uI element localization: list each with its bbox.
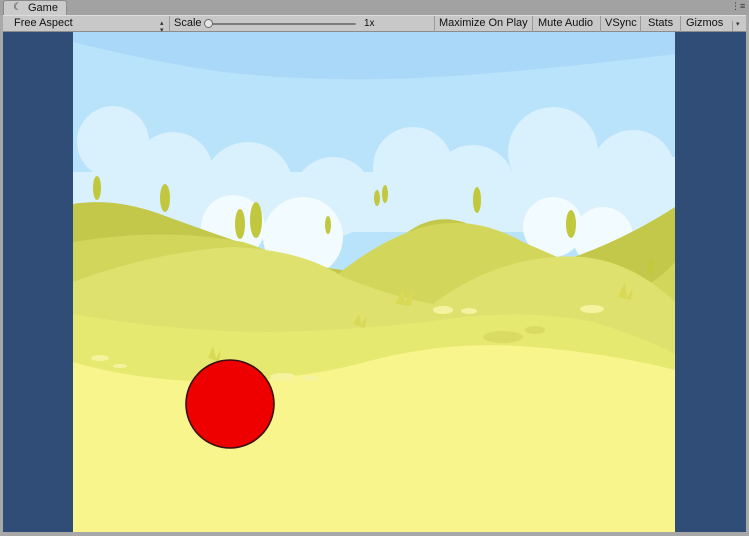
aspect-dropdown-label: Free Aspect bbox=[14, 17, 73, 29]
game-viewport[interactable] bbox=[3, 32, 746, 532]
stats-toggle[interactable]: Stats bbox=[641, 16, 681, 32]
stats-label: Stats bbox=[648, 17, 674, 29]
unity-game-icon: ☾ bbox=[13, 2, 22, 13]
vsync-toggle[interactable]: VSync bbox=[601, 16, 641, 32]
ball-layer bbox=[185, 359, 275, 449]
tab-bar: ☾ Game ⋮≡ bbox=[0, 0, 749, 15]
vsync-label: VSync bbox=[605, 17, 637, 29]
gizmos-dropdown[interactable]: Gizmos ▾ bbox=[681, 16, 746, 32]
game-window: ☾ Game ⋮≡ Free Aspect ▴ ▾ Scale 1x Maximi… bbox=[0, 0, 749, 536]
game-scene bbox=[73, 32, 675, 532]
scale-value: 1x bbox=[364, 18, 375, 29]
tab-menu-icon[interactable]: ⋮≡ bbox=[731, 1, 745, 13]
mute-audio-toggle[interactable]: Mute Audio bbox=[533, 16, 601, 32]
scale-slider-thumb[interactable] bbox=[204, 19, 213, 28]
scale-label: Scale bbox=[174, 17, 202, 29]
red-ball[interactable] bbox=[185, 359, 275, 449]
gizmos-label: Gizmos bbox=[686, 17, 724, 29]
tab-game[interactable]: ☾ Game bbox=[3, 0, 67, 15]
maximize-on-play-toggle[interactable]: Maximize On Play bbox=[435, 16, 533, 32]
tab-game-label: Game bbox=[28, 2, 58, 14]
scale-slider-track[interactable] bbox=[208, 23, 356, 25]
dropdown-arrow-icon: ▾ bbox=[732, 21, 740, 31]
mute-audio-label: Mute Audio bbox=[538, 17, 594, 29]
game-toolbar: Free Aspect ▴ ▾ Scale 1x Maximize On Play… bbox=[3, 15, 746, 34]
maximize-on-play-label: Maximize On Play bbox=[439, 17, 528, 29]
scale-control: Scale 1x bbox=[170, 16, 435, 32]
aspect-dropdown[interactable]: Free Aspect ▴ ▾ bbox=[3, 16, 170, 34]
